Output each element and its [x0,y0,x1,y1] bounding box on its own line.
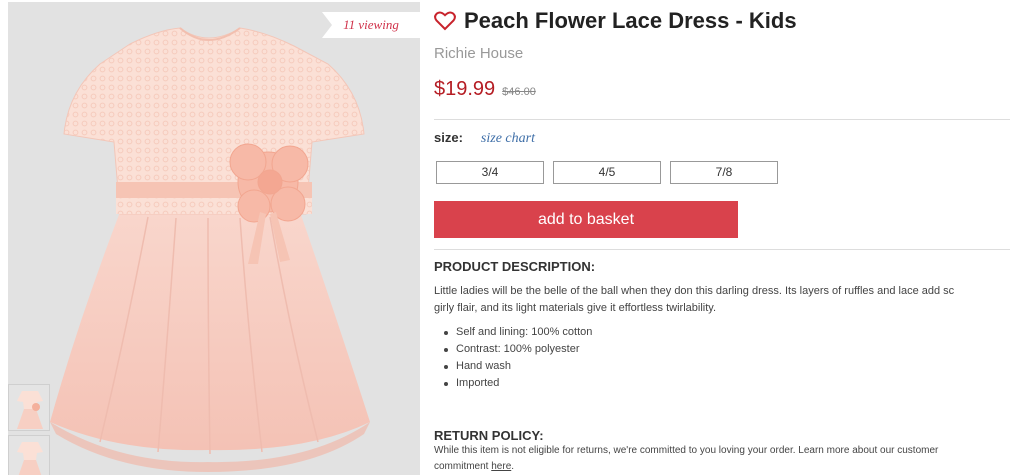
return-policy-heading: RETURN POLICY: [434,428,544,443]
thumbnail-strip [8,384,52,475]
dress-illustration [50,27,370,472]
heart-outline-icon[interactable] [434,11,456,31]
size-option-7-8[interactable]: 7/8 [670,161,778,184]
size-chart-link[interactable]: size chart [481,131,535,147]
size-options: 3/4 4/5 7/8 [436,161,787,184]
product-title: Peach Flower Lace Dress - Kids [464,8,797,33]
divider [434,119,1010,120]
description-line: Little ladies will be the belle of the b… [434,285,955,297]
size-row: size: size chart [434,130,535,147]
dress-thumbnail-image [17,391,43,429]
description-heading: PRODUCT DESCRIPTION: [434,259,596,274]
return-policy-line: While this item is not eligible for retu… [434,445,939,456]
product-info: Peach Flower Lace Dress - Kids Richie Ho… [434,0,1010,475]
description-text: Little ladies will be the belle of the b… [434,283,1010,317]
brand-name[interactable]: Richie House [434,45,523,62]
return-policy-text: While this item is not eligible for retu… [434,443,1004,475]
description-line: girly flair, and its light materials giv… [434,302,717,314]
product-main-image[interactable]: 11 viewing [8,2,420,475]
dress-thumbnail-image [17,442,43,475]
size-label: size: [434,130,463,145]
image-gallery: 11 viewing [0,0,420,475]
return-policy-prefix: commitment [434,461,492,472]
title-row: Peach Flower Lace Dress - Kids [434,8,797,34]
size-option-4-5[interactable]: 4/5 [553,161,661,184]
thumbnail-1[interactable] [8,384,50,431]
feature-item: Contrast: 100% polyester [434,341,592,358]
return-policy-suffix: . [511,461,515,472]
size-option-3-4[interactable]: 3/4 [436,161,544,184]
feature-list: Self and lining: 100% cotton Contrast: 1… [434,324,592,392]
return-policy-line-2: commitment here. [434,459,1004,475]
feature-item: Imported [434,375,592,392]
viewing-count-badge: 11 viewing [322,12,420,38]
return-policy-here-link[interactable]: here [491,461,511,472]
feature-item: Self and lining: 100% cotton [434,324,592,341]
divider [434,249,1010,250]
original-price: $46.00 [502,86,536,98]
price-row: $19.99 $46.00 [434,78,536,101]
add-to-basket-button[interactable]: add to basket [434,201,738,238]
sale-price: $19.99 [434,78,496,100]
thumbnail-2[interactable] [8,435,50,475]
feature-item: Hand wash [434,358,592,375]
